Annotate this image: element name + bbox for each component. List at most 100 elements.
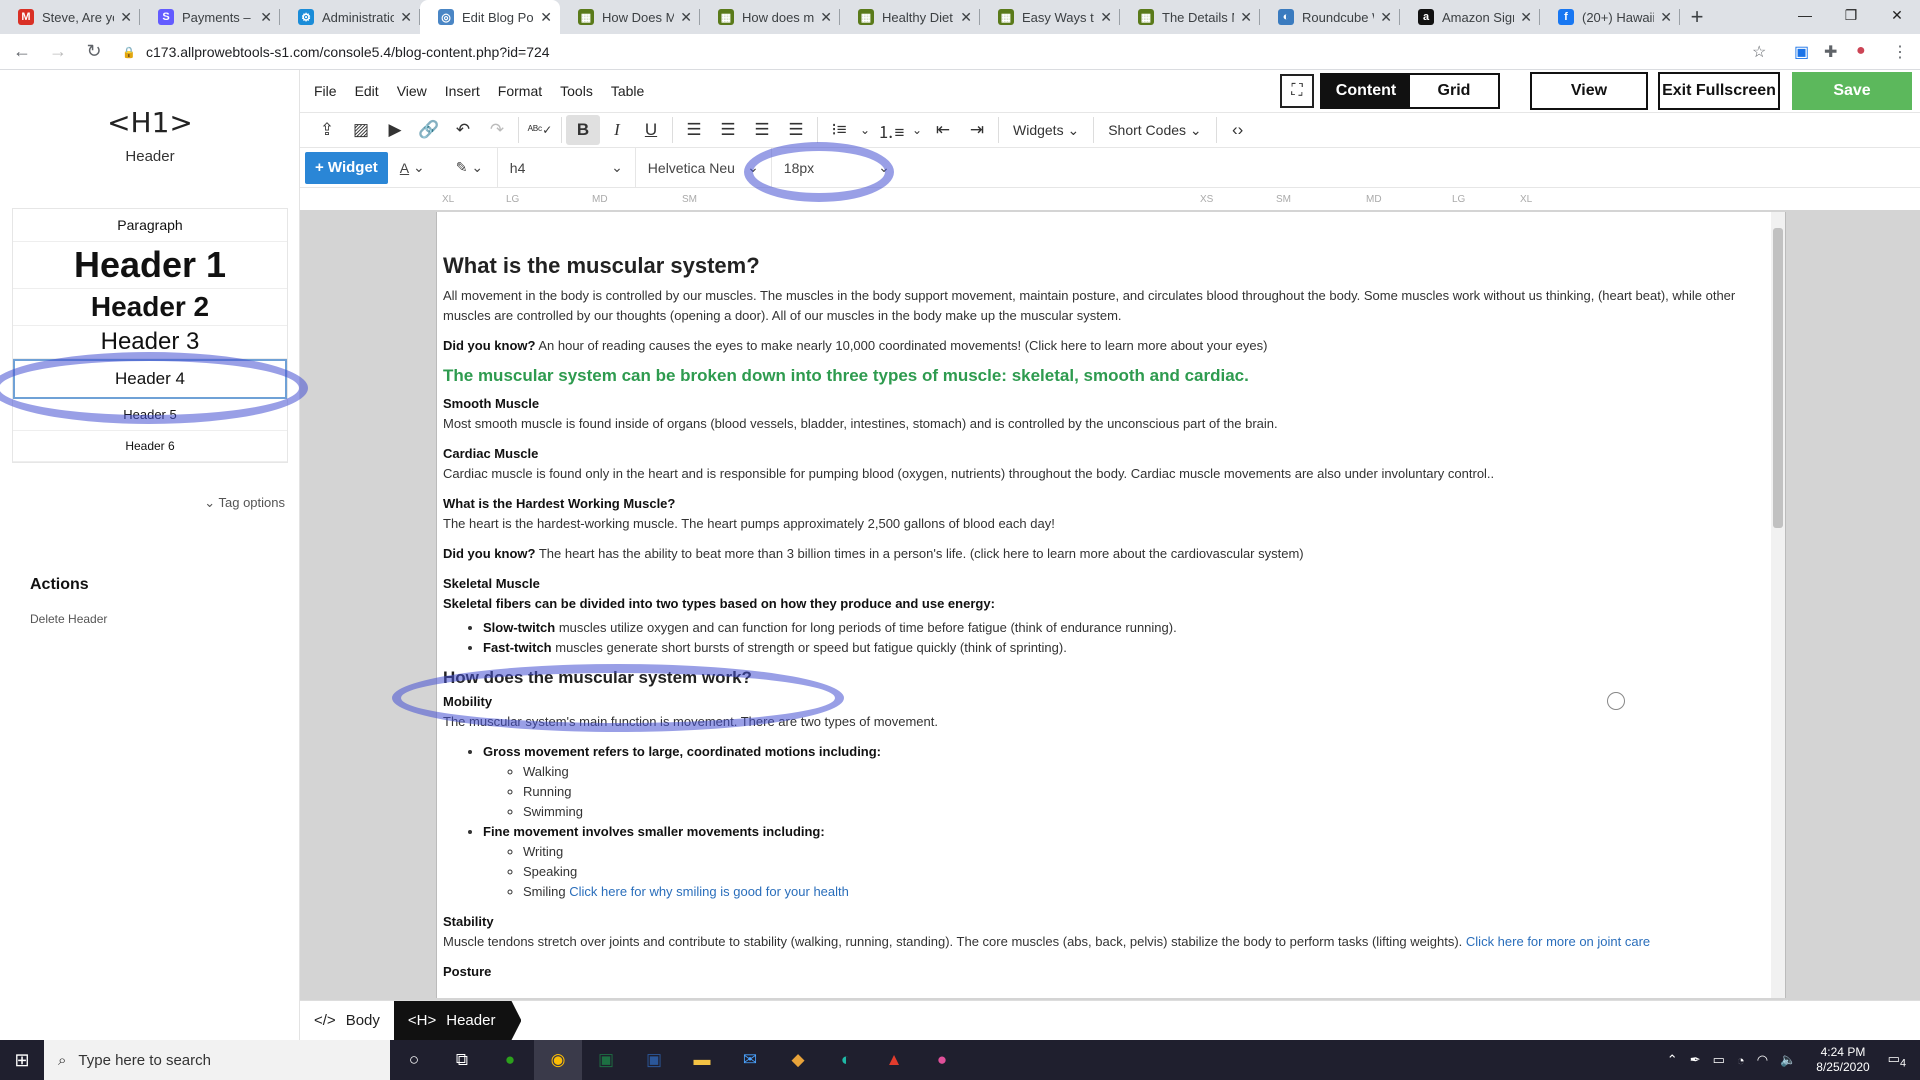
green-heading[interactable]: The muscular system can be broken down i… — [443, 366, 1763, 386]
close-tab-icon[interactable]: ✕ — [540, 9, 552, 26]
new-tab-button[interactable]: + — [1680, 0, 1714, 34]
delete-header-link[interactable]: Delete Header — [30, 612, 107, 626]
browser-tab[interactable]: ▦ How does my ✕ — [700, 0, 840, 34]
code-view-icon[interactable]: ‹› — [1221, 115, 1255, 145]
video-icon[interactable]: ▶ — [378, 115, 412, 145]
volume-icon[interactable]: 🔈 — [1780, 1052, 1796, 1068]
browser-tab[interactable]: ▦ How Does My ✕ — [560, 0, 700, 34]
browser-tab[interactable]: f (20+) Hawaiia ✕ — [1540, 0, 1680, 34]
hardest-muscle-block[interactable]: What is the Hardest Working Muscle? The h… — [443, 494, 1763, 534]
spellcheck-icon[interactable]: ᴬᴮᶜ✓ — [523, 115, 557, 145]
browser-tab[interactable]: ▦ Easy Ways to S ✕ — [980, 0, 1120, 34]
highlight-color-icon[interactable]: ✎ ⌄ — [444, 147, 498, 188]
edge-icon[interactable]: ◐ — [822, 1040, 870, 1080]
joint-care-link[interactable]: Click here for more on joint care — [1466, 934, 1650, 949]
mobility-block[interactable]: Mobility The muscular system's main funct… — [443, 692, 1763, 732]
reload-icon[interactable]: ↻ — [80, 41, 108, 62]
tag-option-paragraph[interactable]: Paragraph — [13, 209, 287, 242]
app-drop-icon[interactable]: ● — [918, 1040, 966, 1080]
list-item[interactable]: Fine movement involves smaller movements… — [483, 822, 1763, 902]
grid-tab[interactable]: Grid — [1410, 75, 1498, 107]
document-scrollbar[interactable] — [1771, 212, 1785, 998]
skeletal-muscle-block[interactable]: Skeletal Muscle Skeletal fibers can be di… — [443, 574, 1763, 614]
view-button[interactable]: View — [1530, 72, 1648, 110]
tray-app-icon[interactable]: ✒ — [1690, 1052, 1701, 1068]
file-explorer-icon[interactable]: ▬ — [678, 1040, 726, 1080]
short-codes-dropdown[interactable]: Short Codes ⌄ — [1098, 115, 1211, 145]
smiling-link[interactable]: Click here for why smiling is good for y… — [569, 884, 849, 899]
network-icon[interactable]: ◔ — [1737, 1053, 1745, 1068]
close-tab-icon[interactable]: ✕ — [1520, 9, 1532, 26]
heading-muscular-system[interactable]: What is the muscular system? — [443, 252, 1763, 280]
underline-icon[interactable]: U — [634, 115, 668, 145]
tag-option-header-6[interactable]: Header 6 — [13, 431, 287, 462]
italic-icon[interactable]: I — [600, 115, 634, 145]
minimize-icon[interactable]: — — [1782, 0, 1828, 30]
browser-menu-icon[interactable]: ⋮ — [1892, 42, 1908, 62]
menu-table[interactable]: Table — [611, 83, 644, 99]
bullet-list-icon[interactable]: ⁝≡ — [822, 115, 856, 145]
chevron-down-icon[interactable]: ⌄ — [856, 115, 874, 145]
exit-fullscreen-button[interactable]: Exit Fullscreen — [1658, 72, 1780, 110]
redo-icon[interactable]: ↷ — [480, 115, 514, 145]
menu-view[interactable]: View — [397, 83, 427, 99]
align-left-icon[interactable]: ☰ — [677, 115, 711, 145]
wifi-icon[interactable]: ◠ — [1757, 1052, 1768, 1068]
acrobat-icon[interactable]: ▲ — [870, 1040, 918, 1080]
list-item[interactable]: Slow-twitch muscles utilize oxygen and c… — [483, 618, 1763, 638]
close-tab-icon[interactable]: ✕ — [1240, 9, 1252, 26]
tag-option-header-3[interactable]: Header 3 — [13, 326, 287, 359]
frame-select-icon[interactable]: ⛶ — [1280, 74, 1314, 108]
save-button[interactable]: Save — [1792, 72, 1912, 110]
task-view-icon[interactable]: ⧉ — [438, 1040, 486, 1080]
align-center-icon[interactable]: ☰ — [711, 115, 745, 145]
extension-icon[interactable]: ▣ — [1794, 42, 1809, 62]
tag-option-header-2[interactable]: Header 2 — [13, 289, 287, 326]
browser-tab[interactable]: ▦ The Details M ✕ — [1120, 0, 1260, 34]
browser-tab[interactable]: ◎ Edit Blog Post ✕ — [420, 0, 560, 34]
stability-block[interactable]: Stability Muscle tendons stretch over joi… — [443, 912, 1763, 952]
browser-tab[interactable]: ⚙ Administration ✕ — [280, 0, 420, 34]
list-item[interactable]: Gross movement refers to large, coordina… — [483, 742, 1763, 822]
smooth-muscle-block[interactable]: Smooth Muscle Most smooth muscle is found… — [443, 394, 1763, 434]
tag-options-toggle[interactable]: ⌄ Tag options — [204, 495, 285, 511]
image-icon[interactable]: ▨ — [344, 115, 378, 145]
close-tab-icon[interactable]: ✕ — [1660, 9, 1672, 26]
align-right-icon[interactable]: ☰ — [745, 115, 779, 145]
did-you-know-2[interactable]: Did you know? The heart has the ability … — [443, 544, 1763, 564]
cardiac-muscle-block[interactable]: Cardiac Muscle Cardiac muscle is found on… — [443, 444, 1763, 484]
menu-insert[interactable]: Insert — [445, 83, 480, 99]
browser-tab[interactable]: S Payments – Re ✕ — [140, 0, 280, 34]
list-item[interactable]: Swimming — [523, 802, 1763, 822]
notifications-icon[interactable]: ▭4 — [1888, 1051, 1906, 1070]
font-size-select[interactable]: 18px ⌄ — [772, 148, 902, 188]
text-color-icon[interactable]: A ⌄ — [388, 148, 444, 188]
content-tab[interactable]: Content — [1322, 75, 1410, 107]
indent-icon[interactable]: ⇥ — [960, 115, 994, 145]
tag-option-header-5[interactable]: Header 5 — [13, 399, 287, 431]
menu-edit[interactable]: Edit — [355, 83, 379, 99]
chevron-down-icon[interactable]: ⌄ — [908, 115, 926, 145]
close-tab-icon[interactable]: ✕ — [820, 9, 832, 26]
add-widget-button[interactable]: + Widget — [305, 151, 388, 184]
upload-icon[interactable]: ⇪ — [310, 115, 344, 145]
close-tab-icon[interactable]: ✕ — [680, 9, 692, 26]
link-icon[interactable]: 🔗 — [412, 115, 446, 145]
document-content[interactable]: What is the muscular system? All movemen… — [443, 252, 1763, 992]
display-icon[interactable]: ▭ — [1713, 1052, 1725, 1068]
clock[interactable]: 4:24 PM 8/25/2020 — [1816, 1045, 1869, 1075]
breadcrumb-body[interactable]: </> Body — [300, 1001, 394, 1041]
package-icon[interactable]: ◆ — [774, 1040, 822, 1080]
list-item[interactable]: Fast-twitch muscles generate short burst… — [483, 638, 1763, 658]
menu-tools[interactable]: Tools — [560, 83, 593, 99]
close-window-icon[interactable]: ✕ — [1874, 0, 1920, 30]
list-item[interactable]: Smiling Click here for why smiling is go… — [523, 882, 1763, 902]
close-tab-icon[interactable]: ✕ — [960, 9, 972, 26]
outdent-icon[interactable]: ⇤ — [926, 115, 960, 145]
cortana-icon[interactable]: ○ — [390, 1040, 438, 1080]
bold-icon[interactable]: B — [566, 115, 600, 145]
back-icon[interactable]: ← — [8, 41, 36, 62]
font-family-select[interactable]: Helvetica Neu ⌄ — [636, 147, 772, 188]
bookmark-star-icon[interactable]: ☆ — [1752, 42, 1766, 62]
profile-avatar[interactable]: ● — [1856, 42, 1866, 60]
